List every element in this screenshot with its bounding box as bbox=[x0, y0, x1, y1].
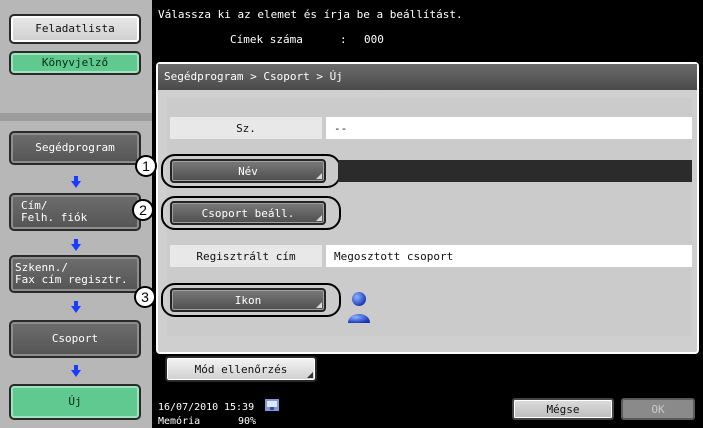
szkenn-fax-button[interactable]: Szkenn./ Fax cím regisztr. bbox=[9, 255, 141, 293]
csoport-beall-label: Csoport beáll. bbox=[201, 206, 295, 220]
uj-label: Új bbox=[68, 395, 82, 409]
header: Válassza ki az elemet és írja be a beáll… bbox=[152, 0, 703, 56]
segedprogram-button[interactable]: Segédprogram bbox=[9, 131, 141, 165]
ok-label: OK bbox=[651, 402, 665, 416]
flow-arrow-icon bbox=[71, 176, 81, 188]
callout-1: 1 bbox=[135, 155, 157, 177]
csoport-label: Csoport bbox=[51, 332, 99, 346]
csoport-beall-button[interactable]: Csoport beáll. bbox=[170, 201, 326, 225]
nev-button-label: Név bbox=[238, 164, 258, 178]
instruction-text: Válassza ki az elemet és írja be a beáll… bbox=[158, 8, 463, 21]
konyvjelzo-button[interactable]: Könyvjelző bbox=[9, 51, 141, 75]
breadcrumb: Segédprogram > Csoport > Új bbox=[158, 64, 697, 90]
ikon-button[interactable]: Ikon bbox=[170, 288, 326, 312]
cim-felh-fiok-button[interactable]: Cím/ Felh. fiók bbox=[9, 193, 141, 231]
ok-button[interactable]: OK bbox=[621, 398, 695, 420]
ikon-button-label: Ikon bbox=[234, 293, 262, 307]
memory-label: Memória bbox=[158, 416, 201, 427]
szkenn-label-line2: Fax cím regisztr. bbox=[15, 273, 128, 286]
address-count-label: Címek száma bbox=[230, 33, 303, 46]
flow-arrow-icon bbox=[71, 301, 81, 313]
memory-value: 90% bbox=[238, 416, 257, 427]
cim-label-line2: Felh. fiók bbox=[21, 211, 88, 224]
left-navigation: Feladatlista Könyvjelző Segédprogram Cím… bbox=[0, 0, 152, 428]
sidebar-separator bbox=[0, 113, 152, 121]
user-person-icon bbox=[348, 292, 370, 323]
cancel-label: Mégse bbox=[546, 402, 580, 416]
callout-2: 2 bbox=[132, 199, 154, 221]
feladatlista-button[interactable]: Feladatlista bbox=[9, 14, 141, 44]
regisztralt-cim-value: Megosztott csoport bbox=[326, 245, 692, 267]
sz-label: Sz. bbox=[170, 117, 322, 139]
address-count-colon: : bbox=[340, 33, 347, 46]
nev-button[interactable]: Név bbox=[170, 159, 326, 183]
mod-ellenorzes-button[interactable]: Mód ellenőrzés bbox=[165, 356, 317, 382]
feladatlista-label: Feladatlista bbox=[35, 22, 115, 36]
footer-status-bar: 16/07/2010 15:39 Memória 90% Mégse OK bbox=[152, 396, 703, 428]
flow-arrow-icon bbox=[71, 239, 81, 251]
uj-button[interactable]: Új bbox=[9, 384, 141, 420]
date-text: 16/07/2010 bbox=[158, 402, 219, 413]
callout-3: 3 bbox=[134, 286, 156, 308]
mod-ellenorzes-label: Mód ellenőrzés bbox=[194, 362, 288, 376]
segedprogram-label: Segédprogram bbox=[35, 141, 115, 155]
regisztralt-cim-label: Regisztrált cím bbox=[170, 245, 322, 267]
network-icon bbox=[265, 399, 279, 411]
time-text: 15:39 bbox=[224, 402, 255, 413]
cancel-button[interactable]: Mégse bbox=[512, 398, 614, 420]
konyvjelzo-label: Könyvjelző bbox=[41, 56, 109, 70]
flow-arrow-icon bbox=[71, 365, 81, 377]
sz-value: -- bbox=[326, 117, 692, 139]
csoport-button[interactable]: Csoport bbox=[9, 320, 141, 358]
address-count-value: 000 bbox=[364, 33, 384, 46]
nev-value-field[interactable] bbox=[338, 160, 692, 182]
